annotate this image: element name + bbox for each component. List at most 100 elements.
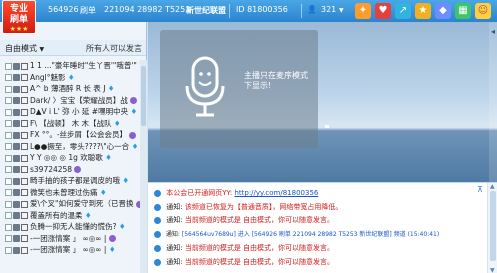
- chat-prefix: 通知:: [165, 231, 180, 238]
- info-icon: [154, 216, 161, 224]
- title-bar: 专业 刷单 ★★★ 564926 刷单 221094 28982 T5253 新…: [0, 0, 497, 34]
- user-name: A^ b 薄酒醉 R 长 表 J: [30, 84, 106, 93]
- user-list-item[interactable]: Dark/ 〉宝宝【荣耀战员】战: [0, 95, 140, 107]
- user-icon: [13, 235, 20, 242]
- user-icon: [13, 74, 20, 81]
- info-icon: [154, 189, 161, 197]
- user-name: s39724258: [30, 164, 73, 174]
- chevron-down-icon[interactable]: ▼: [339, 7, 344, 14]
- chat-prefix: 通知:: [166, 258, 183, 266]
- diamond-icon: ♦: [105, 153, 112, 162]
- user-list-item[interactable]: s39724258: [0, 164, 140, 176]
- game-icon[interactable]: ◆: [435, 3, 451, 19]
- scroll-up-icon[interactable]: ▲: [490, 183, 495, 190]
- user-icon: [13, 62, 20, 70]
- mode-label: 自由模式: [5, 44, 37, 53]
- notice-line1: 主播只在麦序模式: [244, 71, 308, 80]
- scroll-down-icon[interactable]: ▼: [490, 267, 495, 273]
- user-list-item[interactable]: -一团涨情案 」 ∞◎∞ | ♦: [0, 244, 140, 256]
- user-name: 覆盖所有的温柔: [30, 210, 83, 220]
- user-list-item[interactable]: Angl°魅影 ♦: [0, 72, 140, 84]
- user-list-item[interactable]: 1 1 ..."豪年睡时"生丫晋'"哦曾'" ? I: [0, 60, 140, 72]
- checkbox-icon: [5, 143, 12, 150]
- level-icon: [108, 235, 116, 242]
- info-icon: [154, 258, 161, 266]
- user-list-panel: 自由模式 ▼ 所有人可以发言 1 1 ..."豪年睡时"生丫晋'"哦曾'" ? …: [0, 22, 147, 273]
- channel-id: ID 81800356: [236, 5, 288, 14]
- checkbox-icon: [5, 200, 12, 208]
- role-icon: [21, 177, 28, 185]
- collapse-chat-icon[interactable]: ⊼: [477, 185, 483, 194]
- user-name: D▲V i L' 弥 小 延 #嘿明中央: [30, 107, 129, 116]
- user-list-item[interactable]: -一团涨情案 」 ∞◎∞ |: [0, 233, 140, 245]
- info-icon: [154, 231, 161, 238]
- emoji-icon[interactable]: ☺: [475, 3, 491, 19]
- anchor-notice: 主播只在麦序模式 下显示!: [244, 71, 308, 91]
- checkbox-icon: [5, 108, 12, 116]
- user-list-item[interactable]: 负腾一抑无人能懂的慌伤? ♦: [0, 221, 140, 233]
- heart-icon[interactable]: ♥: [375, 3, 391, 19]
- divider: [301, 4, 302, 18]
- user-name: L●●撅至，零头????\"心一合: [30, 141, 130, 151]
- user-list-item[interactable]: 畸手抽的孩子都是调皮的哦 ♦: [0, 175, 140, 187]
- user-list-item[interactable]: F\ 【战顿】 木 木【战队 ♦: [0, 118, 140, 130]
- user-list-item[interactable]: A^ b 薄酒醉 R 长 表 J ♦: [0, 83, 140, 95]
- user-list-item[interactable]: 微笑也未曾理过伤痛 ♦: [0, 187, 140, 199]
- user-icon: [13, 154, 20, 162]
- mode-dropdown[interactable]: 自由模式 ▼: [5, 43, 44, 54]
- role-icon: [21, 223, 28, 231]
- user-icon: [13, 143, 20, 150]
- chat-text: 当前频道的模式是 自由模式，你可以随意发言。: [184, 258, 335, 266]
- apps-icon[interactable]: ▦: [455, 3, 471, 19]
- diamond-icon: ♦: [108, 245, 116, 254]
- role-icon: [21, 143, 28, 150]
- role-icon: [21, 120, 28, 127]
- star-icon[interactable]: ★: [415, 3, 431, 19]
- diamond-icon: ♦: [84, 210, 92, 220]
- share-icon[interactable]: ↗: [395, 3, 411, 19]
- web-yy-link[interactable]: http://yy.com/81800356: [234, 189, 318, 197]
- user-count-icon: 👤: [307, 5, 317, 14]
- checkbox-icon: [5, 177, 12, 185]
- user-icon: [13, 97, 20, 104]
- role-icon: [21, 97, 28, 104]
- scrollbar-thumb[interactable]: [141, 66, 146, 126]
- chat-text: 该频道已恢复为【普通音质】，网络带宽占用降低。: [184, 203, 343, 211]
- group-name[interactable]: 新世纪联盟: [186, 5, 226, 16]
- level-icon: [74, 166, 82, 173]
- room-extra: 221094 28982 T5253: [104, 5, 191, 14]
- user-name: 负腾一抑无人能懂的慌伤?: [30, 222, 117, 231]
- checkbox-icon: [5, 212, 12, 219]
- role-icon: [21, 154, 28, 162]
- level-icon: [129, 131, 137, 139]
- user-list-scrollbar[interactable]: [140, 60, 147, 273]
- user-name: Dark/ 〉宝宝【荣耀战员】战: [30, 95, 128, 105]
- user-name: FX °°。-丝步屑【公会会员】: [30, 130, 128, 139]
- diamond-icon: ♦: [113, 118, 121, 128]
- chat-text: 当前频道的模式是 自由模式，你可以随意发言。: [184, 244, 335, 252]
- user-list-item[interactable]: D▲V i L' 弥 小 延 #嘿明中央 ♦: [0, 106, 140, 118]
- user-list-item[interactable]: FX °°。-丝步屑【公会会员】: [0, 129, 140, 141]
- user-list-item[interactable]: 爱\个叉"如何爱守到死（已晋换: [0, 198, 140, 210]
- user-list-item[interactable]: 覆盖所有的温柔 ♦: [0, 210, 140, 222]
- video-stage: 主播只在麦序模式 下显示! ◂: [148, 22, 497, 182]
- diamond-icon: ♦: [130, 107, 138, 116]
- checkbox-icon: [5, 62, 12, 70]
- chat-message: 通知: 当前频道的模式是 自由模式，你可以随意发言。: [154, 257, 334, 267]
- user-name: 畸手抽的孩子都是调皮的哦: [30, 176, 120, 185]
- user-icon: [13, 246, 20, 254]
- chat-scrollbar[interactable]: ▲ ▼: [487, 183, 497, 273]
- anchor-placeholder-card: 主播只在麦序模式 下显示!: [160, 30, 318, 148]
- chat-message: 通知: 该频道已恢复为【普通音质】，网络带宽占用降低。: [154, 202, 342, 212]
- user-list-item[interactable]: L●●撅至，零头????\"心一合 ♦: [0, 141, 140, 153]
- checkbox-icon: [5, 131, 12, 139]
- badge-line1: 专业: [9, 4, 28, 14]
- role-icon: [21, 246, 28, 254]
- user-list-item[interactable]: Y Y ◎◎ ◎ 1g 欢聪歌 ♦: [0, 152, 140, 164]
- checkbox-icon: [5, 85, 12, 93]
- gift-icon[interactable]: ✦: [355, 3, 371, 19]
- collapse-icon[interactable]: ◂: [491, 27, 495, 36]
- scrollbar-thumb[interactable]: [490, 191, 496, 261]
- user-icon: [13, 120, 20, 127]
- star-icon: ★★★: [9, 25, 29, 33]
